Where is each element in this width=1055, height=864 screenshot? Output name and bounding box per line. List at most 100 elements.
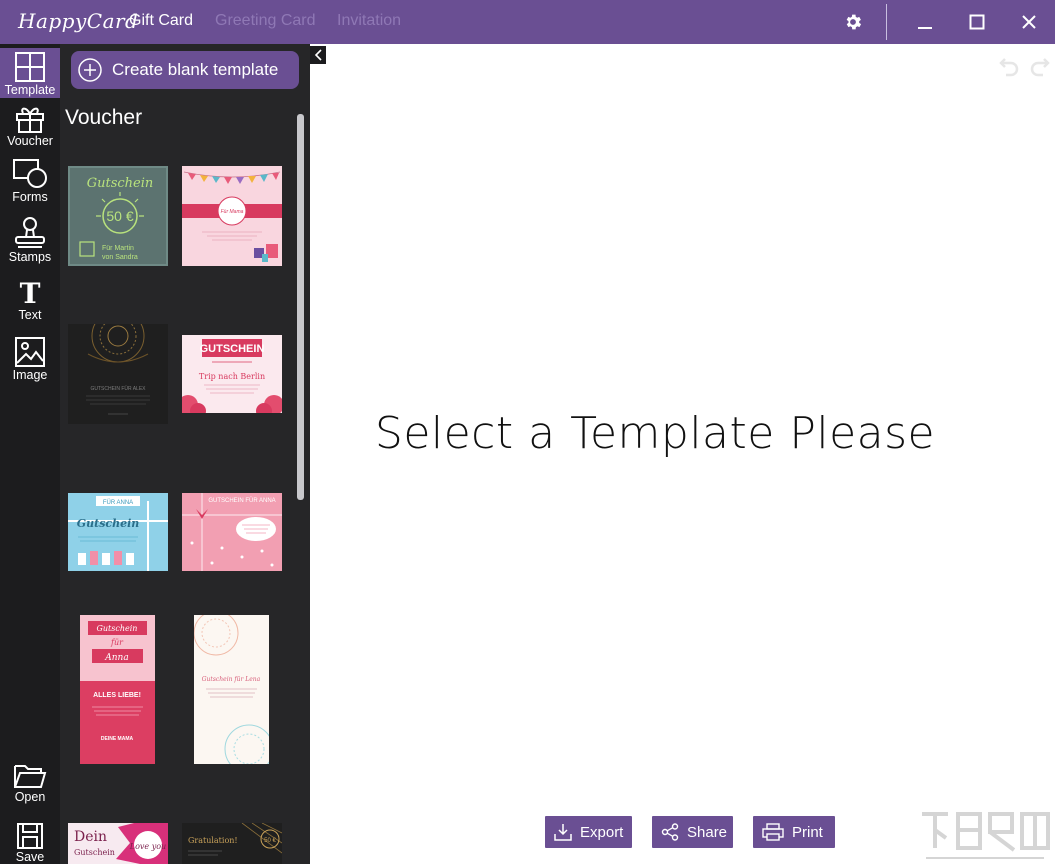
rail-item-stamps[interactable]: Stamps [0,216,60,268]
template-art: Für Mama [182,171,282,262]
maximize-button[interactable] [952,0,1002,44]
rail-item-label: Stamps [8,250,52,264]
minimize-button[interactable] [900,0,950,44]
rail-item-label: Save [15,850,45,864]
template-thumbnail[interactable]: Gratulation! 50 € [182,823,282,864]
template-thumbnail[interactable]: Gutschein für Anna ALLES LIEBE! DEINE MA… [80,615,155,764]
gear-icon [846,14,862,30]
tab-invitation[interactable]: Invitation [337,12,401,30]
template-text: für [110,638,124,647]
app-logo: HappyCard [18,9,139,33]
settings-button[interactable] [828,0,878,44]
template-text: Gratulation! [188,836,238,845]
rail-item-template[interactable]: Template [0,48,60,98]
collapse-panel-button[interactable] [310,46,326,64]
template-thumbnail[interactable]: GUTSCHEIN FÜR ALEX [68,324,168,424]
template-text: DEINE MAMA [101,736,134,742]
printer-icon [762,823,784,841]
template-art: FÜR ANNA Gutschein [68,496,168,571]
template-text: Für Mama [221,209,244,215]
template-thumbnail[interactable]: GUTSCHEIN FÜR ANNA [182,493,282,571]
titlebar-separator [886,4,887,40]
template-text: Trip nach Berlin [199,372,265,381]
rail-item-label: Open [14,790,46,804]
template-thumbnail[interactable]: GUTSCHEIN Trip nach Berlin [182,335,282,413]
template-text: von Sandra [102,254,138,261]
template-art: Gutschein für Anna ALLES LIEBE! DEINE MA… [80,621,155,764]
rail-item-voucher[interactable]: Voucher [0,104,60,152]
folder-open-icon [14,765,47,788]
add-circle-icon [78,58,102,82]
minimize-icon [918,27,932,29]
template-thumbnail[interactable]: Dein Gutschein Love you [68,823,168,864]
template-art: Dein Gutschein Love you [74,823,168,864]
save-icon [17,823,43,849]
share-button[interactable]: Share [652,816,733,848]
template-panel: Create blank template Voucher Gutschein … [60,44,310,864]
rail-item-label: Text [18,308,42,322]
template-art: GUTSCHEIN Trip nach Berlin [182,339,282,413]
template-text: 50 € [264,838,276,844]
share-label: Share [687,823,728,841]
export-label: Export [580,823,624,841]
section-title: Voucher [65,106,143,129]
template-thumbnail[interactable]: FÜR ANNA Gutschein [68,493,168,571]
template-text: Gutschein [97,624,138,633]
template-text: FÜR ANNA [103,499,133,506]
undo-button[interactable] [998,55,1020,77]
svg-text:T: T [20,278,41,308]
rail-item-save[interactable]: Save [0,822,60,864]
close-icon [1022,15,1036,29]
template-thumbnail[interactable]: Gutschein 50 € Für Martin von Sandra [68,166,168,266]
rail-item-forms[interactable]: Forms [0,158,60,208]
template-text: Gutschein [77,517,140,530]
maximize-icon [969,14,985,30]
close-button[interactable] [1004,0,1054,44]
undo-icon [999,58,1019,77]
rail-item-label: Image [12,368,48,382]
rail-item-text[interactable]: T Text [0,278,60,326]
panel-scrollbar[interactable] [297,114,304,500]
tab-greeting-card[interactable]: Greeting Card [215,12,316,30]
rail-item-label: Template [4,83,56,97]
redo-icon [1030,58,1050,77]
rail-item-label: Forms [12,190,48,204]
template-thumbnail[interactable]: Gutschein für Lena [194,615,269,764]
rail-item-open[interactable]: Open [0,762,60,808]
shapes-icon [13,159,47,188]
template-text: Gutschein [87,176,154,191]
grid-icon [15,52,45,82]
tool-rail: Template Voucher Forms Stamps T Text Ima… [0,44,60,864]
template-art: Gutschein für Lena [194,615,269,764]
rail-item-label: Voucher [7,134,53,148]
template-art: GUTSCHEIN FÜR ALEX [86,324,150,415]
template-text: Love you [129,842,166,851]
template-text: GUTSCHEIN [200,343,265,355]
print-label: Print [792,823,823,841]
gift-icon [16,107,44,133]
template-art: Gratulation! 50 € [188,823,282,856]
image-icon [15,337,45,367]
download-icon [554,824,572,841]
template-art: Gutschein 50 € Für Martin von Sandra [79,176,154,261]
share-icon [661,823,679,841]
template-text: ALLES LIEBE! [93,692,141,699]
template-text: GUTSCHEIN FÜR ANNA [208,497,275,504]
rail-item-image[interactable]: Image [0,336,60,386]
template-text: 50 € [106,208,133,224]
redo-button[interactable] [1029,55,1051,77]
canvas-placeholder: Select a Template Please [374,408,936,459]
tab-gift-card[interactable]: Gift Card [129,12,193,30]
template-text: Gutschein für Lena [202,676,261,683]
watermark-logo [922,812,1050,859]
template-text: Gutschein [74,848,115,857]
chevron-left-icon [314,49,322,61]
template-thumbnail[interactable]: Für Mama [182,166,282,266]
stamp-icon [15,217,45,248]
template-text: GUTSCHEIN FÜR ALEX [90,385,146,392]
create-blank-template-label: Create blank template [112,60,279,79]
export-button[interactable]: Export [545,816,632,848]
template-text: Anna [104,653,128,663]
print-button[interactable]: Print [753,816,835,848]
create-blank-template-button[interactable]: Create blank template [71,51,299,89]
